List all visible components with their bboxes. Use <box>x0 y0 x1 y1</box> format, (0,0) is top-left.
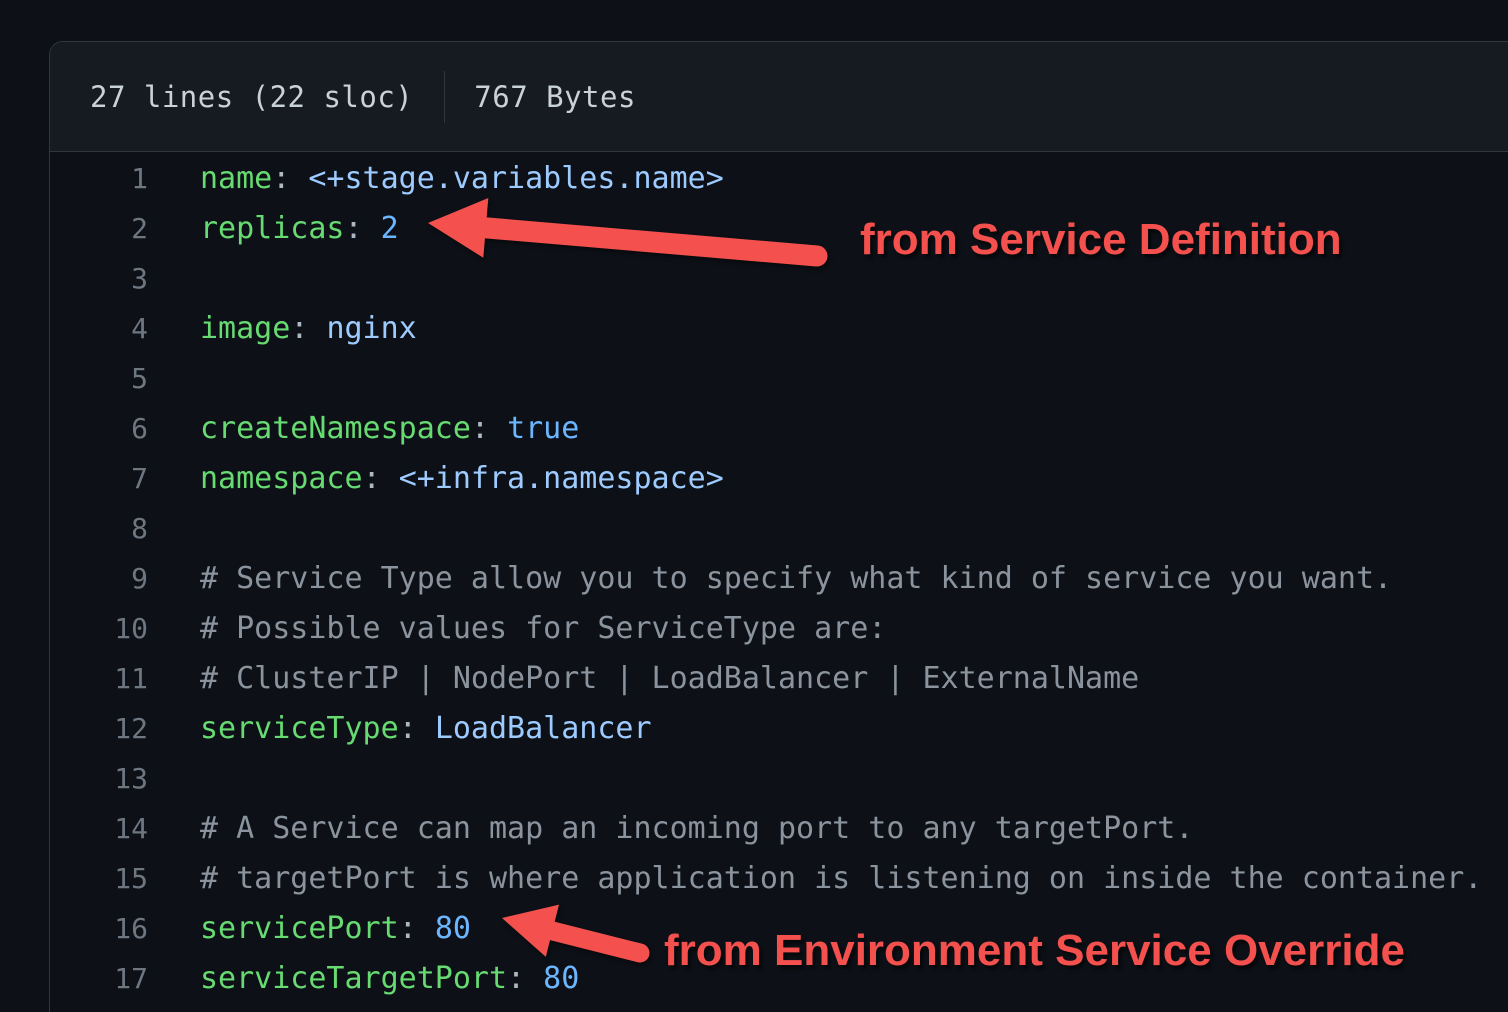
line-content: # targetPort is where application is lis… <box>200 861 1482 896</box>
line-number[interactable]: 4 <box>50 312 148 345</box>
line-number[interactable]: 12 <box>50 712 148 745</box>
code-line: 4 image: nginx <box>50 303 1508 353</box>
line-number[interactable]: 3 <box>50 262 148 295</box>
line-number[interactable]: 16 <box>50 912 148 945</box>
line-content: # A Service can map an incoming port to … <box>200 811 1193 846</box>
file-info-bar: 27 lines (22 sloc) 767 Bytes <box>50 42 1508 152</box>
header-divider <box>444 71 445 123</box>
code-line: 12 serviceType: LoadBalancer <box>50 703 1508 753</box>
annotation-service-definition: from Service Definition <box>860 215 1342 265</box>
file-lines-info: 27 lines (22 sloc) <box>90 80 413 114</box>
line-number[interactable]: 15 <box>50 862 148 895</box>
line-content: # Possible values for ServiceType are: <box>200 611 886 646</box>
line-number[interactable]: 2 <box>50 212 148 245</box>
line-number[interactable]: 8 <box>50 512 148 545</box>
line-number[interactable]: 13 <box>50 762 148 795</box>
line-number[interactable]: 1 <box>50 162 148 195</box>
code-line: 10 # Possible values for ServiceType are: <box>50 603 1508 653</box>
code-line: 5 <box>50 353 1508 403</box>
line-number[interactable]: 10 <box>50 612 148 645</box>
code-line: 7 namespace: <+infra.namespace> <box>50 453 1508 503</box>
line-content: # ClusterIP | NodePort | LoadBalancer | … <box>200 661 1139 696</box>
code-line: 11 # ClusterIP | NodePort | LoadBalancer … <box>50 653 1508 703</box>
page: 27 lines (22 sloc) 767 Bytes 1 name: <+st… <box>0 0 1508 1012</box>
red-arrow-to-replicas-icon <box>420 193 830 288</box>
line-content: name: <+stage.variables.name> <box>200 161 724 196</box>
code-line: 9 # Service Type allow you to specify wha… <box>50 553 1508 603</box>
code-line: 15 # targetPort is where application is l… <box>50 853 1508 903</box>
line-content: serviceType: LoadBalancer <box>200 711 652 746</box>
file-size: 767 Bytes <box>474 80 636 114</box>
line-number[interactable]: 9 <box>50 562 148 595</box>
red-arrow-to-serviceport-icon <box>488 898 663 978</box>
code-line: 6 createNamespace: true <box>50 403 1508 453</box>
code-line: 8 <box>50 503 1508 553</box>
code-line: 13 <box>50 753 1508 803</box>
line-content: createNamespace: true <box>200 411 579 446</box>
line-number[interactable]: 11 <box>50 662 148 695</box>
line-number[interactable]: 5 <box>50 362 148 395</box>
line-number[interactable]: 7 <box>50 462 148 495</box>
line-content: image: nginx <box>200 311 417 346</box>
annotation-environment-override: from Environment Service Override <box>664 926 1405 976</box>
line-number[interactable]: 6 <box>50 412 148 445</box>
line-content: # Service Type allow you to specify what… <box>200 561 1392 596</box>
line-content: servicePort: 80 <box>200 911 471 946</box>
line-number[interactable]: 17 <box>50 962 148 995</box>
line-content: namespace: <+infra.namespace> <box>200 461 724 496</box>
line-number[interactable]: 14 <box>50 812 148 845</box>
code-line: 14 # A Service can map an incoming port t… <box>50 803 1508 853</box>
file-viewer-box: 27 lines (22 sloc) 767 Bytes 1 name: <+st… <box>49 41 1508 1012</box>
line-content: replicas: 2 <box>200 211 399 246</box>
